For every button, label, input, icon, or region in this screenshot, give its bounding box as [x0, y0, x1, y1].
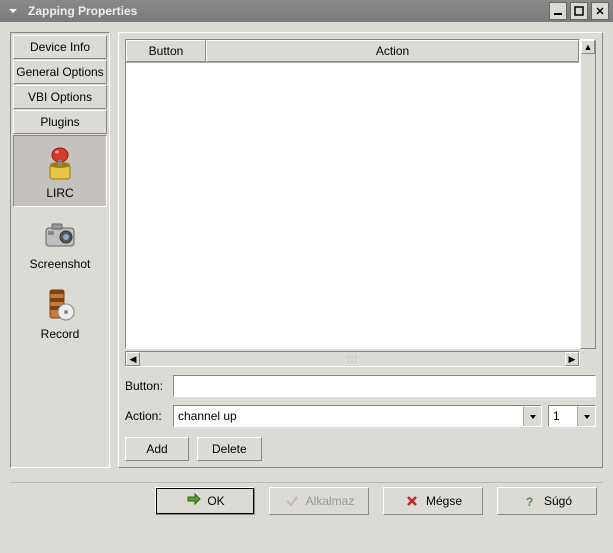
apply-button-label: Alkalmaz: [306, 494, 355, 508]
sidebar-item-record[interactable]: Record: [13, 277, 107, 347]
number-combo-value: 1: [553, 409, 577, 423]
action-combo-value: channel up: [178, 409, 523, 423]
chevron-down-icon[interactable]: [577, 406, 595, 426]
scroll-grip-icon[interactable]: :::: [347, 354, 358, 365]
ok-button-label: OK: [207, 494, 224, 508]
record-icon: [15, 283, 105, 325]
lirc-icon: [16, 142, 104, 184]
sidebar-tab-general-options[interactable]: General Options: [13, 60, 107, 84]
scroll-right-icon[interactable]: ▶: [565, 352, 579, 366]
window-title: Zapping Properties: [28, 4, 549, 18]
ok-button[interactable]: OK: [155, 487, 255, 515]
delete-button[interactable]: Delete: [197, 437, 262, 461]
horizontal-scrollbar[interactable]: ◀ ::: ▶: [125, 351, 580, 367]
svg-text:?: ?: [526, 495, 533, 508]
cancel-button[interactable]: Mégse: [383, 487, 483, 515]
column-header-button[interactable]: Button: [126, 40, 206, 62]
content-panel: Button Action ▲ ◀ ::: ▶ Button:: [118, 32, 603, 468]
titlebar: Zapping Properties: [0, 0, 613, 22]
add-button[interactable]: Add: [125, 437, 189, 461]
button-input[interactable]: [173, 375, 596, 397]
maximize-button[interactable]: [570, 2, 588, 20]
action-field-label: Action:: [125, 409, 167, 423]
dialog-button-bar: OK Alkalmaz Mégse ? Súgó: [10, 482, 603, 515]
sidebar-item-screenshot[interactable]: Screenshot: [13, 207, 107, 277]
sidebar-tab-vbi-options[interactable]: VBI Options: [13, 85, 107, 109]
cancel-button-label: Mégse: [426, 494, 462, 508]
camera-icon: [15, 213, 105, 255]
help-button[interactable]: ? Súgó: [497, 487, 597, 515]
table-body[interactable]: [126, 63, 579, 348]
scroll-left-icon[interactable]: ◀: [126, 352, 140, 366]
check-icon: [284, 493, 300, 509]
chevron-down-icon[interactable]: [523, 406, 541, 426]
sidebar-item-lirc[interactable]: LIRC: [13, 135, 107, 207]
column-header-action[interactable]: Action: [206, 40, 579, 62]
sidebar-item-label: Record: [15, 327, 105, 341]
sidebar-item-label: LIRC: [16, 186, 104, 200]
window-menu-icon[interactable]: [4, 2, 22, 20]
sidebar-tab-device-info[interactable]: Device Info: [13, 35, 107, 59]
scroll-up-icon[interactable]: ▲: [581, 40, 595, 54]
action-combo[interactable]: channel up: [173, 405, 542, 427]
apply-button[interactable]: Alkalmaz: [269, 487, 369, 515]
close-button[interactable]: [591, 2, 609, 20]
sidebar-tab-plugins[interactable]: Plugins: [13, 110, 107, 134]
sidebar-item-label: Screenshot: [15, 257, 105, 271]
sidebar: Device Info General Options VBI Options …: [10, 32, 110, 468]
help-button-label: Súgó: [544, 494, 572, 508]
mapping-table[interactable]: Button Action: [125, 39, 580, 349]
cancel-icon: [404, 493, 420, 509]
number-combo[interactable]: 1: [548, 405, 596, 427]
vertical-scrollbar[interactable]: ▲: [580, 39, 596, 349]
ok-icon: [185, 493, 201, 509]
button-field-label: Button:: [125, 379, 167, 393]
help-icon: ?: [522, 493, 538, 509]
minimize-button[interactable]: [549, 2, 567, 20]
